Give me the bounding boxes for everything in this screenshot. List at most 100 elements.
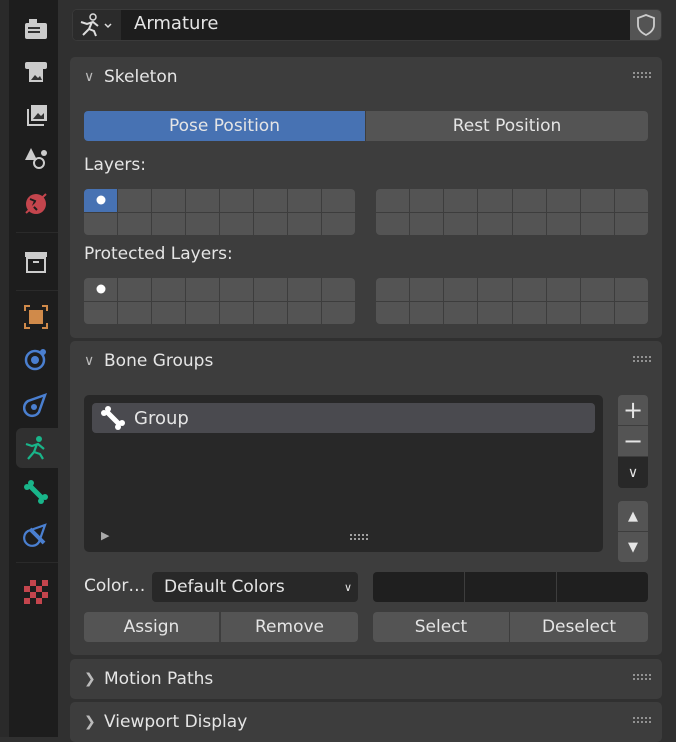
layer-toggle[interactable]: [186, 278, 219, 301]
layer-toggle[interactable]: [614, 212, 648, 235]
remove-group-button[interactable]: −: [618, 426, 648, 456]
layer-toggle[interactable]: [580, 189, 614, 212]
layer-toggle[interactable]: [614, 189, 648, 212]
specials-menu-button[interactable]: ∨: [618, 457, 648, 488]
pose-position-button[interactable]: Pose Position: [84, 111, 365, 141]
tab-render[interactable]: [16, 52, 56, 92]
tab-bone-constraints[interactable]: [16, 515, 56, 555]
layer-toggle[interactable]: [254, 301, 287, 324]
layer-toggle[interactable]: [546, 212, 580, 235]
layer-toggle[interactable]: [376, 301, 410, 324]
tab-object-data-armature[interactable]: [16, 428, 58, 468]
select-color-swatch[interactable]: [465, 572, 556, 602]
fake-user-button[interactable]: [630, 10, 661, 40]
layer-toggle[interactable]: [152, 278, 185, 301]
layer-toggle[interactable]: [512, 301, 546, 324]
layer-toggle[interactable]: [444, 212, 478, 235]
tab-world[interactable]: [16, 184, 56, 224]
layer-toggle[interactable]: [376, 278, 410, 301]
layer-toggle[interactable]: [84, 189, 117, 212]
layer-toggle[interactable]: [220, 278, 253, 301]
layer-toggle[interactable]: [580, 301, 614, 324]
layer-toggle[interactable]: [444, 301, 478, 324]
motion-paths-panel[interactable]: ❯ Motion Paths: [70, 659, 662, 699]
layer-toggle[interactable]: [84, 212, 117, 235]
active-color-swatch[interactable]: [557, 572, 648, 602]
tab-bone[interactable]: [16, 472, 56, 512]
layer-toggle[interactable]: [118, 301, 151, 324]
tab-tool[interactable]: [16, 9, 56, 49]
layer-toggle[interactable]: [84, 301, 117, 324]
layer-toggle[interactable]: [376, 212, 410, 235]
layer-toggle[interactable]: [580, 212, 614, 235]
layer-toggle[interactable]: [444, 278, 478, 301]
layer-toggle[interactable]: [152, 301, 185, 324]
layer-toggle[interactable]: [186, 301, 219, 324]
tab-object[interactable]: [16, 297, 56, 337]
layer-toggle[interactable]: [478, 189, 512, 212]
tab-physics[interactable]: [16, 339, 56, 379]
layer-toggle[interactable]: [152, 212, 185, 235]
move-up-button[interactable]: ▲: [618, 501, 648, 531]
add-group-button[interactable]: +: [618, 395, 648, 425]
layer-toggle[interactable]: [288, 189, 321, 212]
layer-toggle[interactable]: [478, 212, 512, 235]
layer-toggle[interactable]: [254, 212, 287, 235]
select-button[interactable]: Select: [373, 612, 509, 642]
tab-constraints[interactable]: [16, 385, 56, 425]
layer-toggle[interactable]: [288, 212, 321, 235]
skeleton-panel-header[interactable]: ∨ Skeleton: [70, 57, 662, 97]
layer-toggle[interactable]: [512, 189, 546, 212]
list-resize-handle[interactable]: [349, 533, 369, 541]
layer-toggle[interactable]: [220, 301, 253, 324]
assign-button[interactable]: Assign: [84, 612, 219, 642]
layer-toggle[interactable]: [220, 189, 253, 212]
layer-toggle[interactable]: [512, 212, 546, 235]
layer-toggle[interactable]: [220, 212, 253, 235]
layer-toggle[interactable]: [322, 212, 355, 235]
layer-toggle[interactable]: [254, 189, 287, 212]
layer-toggle[interactable]: [118, 212, 151, 235]
layer-toggle[interactable]: [546, 189, 580, 212]
drag-handle-icon[interactable]: [632, 71, 652, 79]
layer-toggle[interactable]: [288, 278, 321, 301]
tab-output[interactable]: [16, 96, 56, 136]
layer-toggle[interactable]: [118, 189, 151, 212]
move-down-button[interactable]: ▼: [618, 532, 648, 562]
layer-toggle[interactable]: [580, 278, 614, 301]
drag-handle-icon[interactable]: [632, 716, 652, 724]
layer-toggle[interactable]: [254, 278, 287, 301]
tab-texture[interactable]: [16, 572, 56, 612]
layer-toggle[interactable]: [186, 189, 219, 212]
layer-toggle[interactable]: [118, 278, 151, 301]
layer-toggle[interactable]: [444, 189, 478, 212]
drag-handle-icon[interactable]: [632, 673, 652, 681]
deselect-button[interactable]: Deselect: [510, 612, 648, 642]
layer-toggle[interactable]: [512, 278, 546, 301]
layer-toggle[interactable]: [410, 301, 444, 324]
tab-scene[interactable]: [16, 138, 56, 178]
layer-toggle[interactable]: [152, 189, 185, 212]
layer-toggle[interactable]: [478, 278, 512, 301]
layer-toggle[interactable]: [410, 212, 444, 235]
layer-toggle[interactable]: [186, 212, 219, 235]
filter-options-toggle-icon[interactable]: ▶: [101, 529, 109, 542]
viewport-display-panel[interactable]: ❯ Viewport Display: [70, 702, 662, 742]
layer-toggle[interactable]: [410, 189, 444, 212]
layer-toggle[interactable]: [546, 301, 580, 324]
layer-toggle[interactable]: [614, 301, 648, 324]
color-set-dropdown[interactable]: Default Colors ∨: [152, 572, 358, 602]
remove-button[interactable]: Remove: [221, 612, 358, 642]
layer-toggle[interactable]: [322, 301, 355, 324]
layer-toggle[interactable]: [614, 278, 648, 301]
object-name-input[interactable]: Armature: [134, 13, 219, 34]
layer-toggle[interactable]: [322, 189, 355, 212]
layer-toggle[interactable]: [478, 301, 512, 324]
layer-toggle[interactable]: [84, 278, 117, 301]
rest-position-button[interactable]: Rest Position: [366, 111, 648, 141]
layer-toggle[interactable]: [376, 189, 410, 212]
layer-toggle[interactable]: [410, 278, 444, 301]
data-type-dropdown[interactable]: [73, 10, 121, 40]
layer-toggle[interactable]: [322, 278, 355, 301]
layer-toggle[interactable]: [546, 278, 580, 301]
